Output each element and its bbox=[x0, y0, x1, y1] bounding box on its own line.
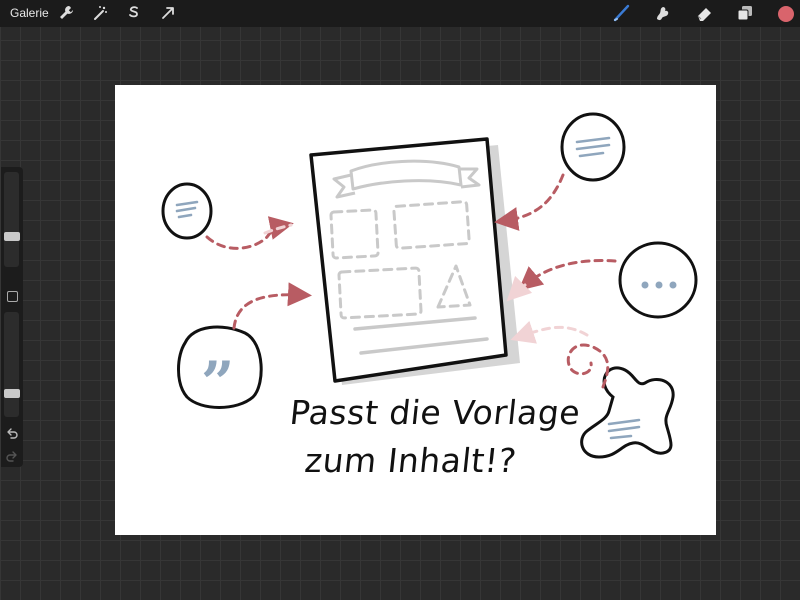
arrow-ellipsis-bubble-faint bbox=[506, 275, 533, 302]
arrow-left-bubble bbox=[205, 216, 294, 250]
brush-size-slider-thumb[interactable] bbox=[4, 232, 20, 242]
arrow-blob-bubble-faint bbox=[510, 320, 589, 344]
document-template bbox=[309, 137, 508, 383]
modify-button[interactable] bbox=[7, 291, 18, 302]
eraser-icon[interactable] bbox=[694, 3, 714, 23]
opacity-slider-thumb[interactable] bbox=[4, 388, 20, 398]
ellipsis-bubble bbox=[618, 241, 698, 319]
gallery-button[interactable]: Galerie bbox=[10, 6, 49, 20]
caption-line-1: Passt die Vorlage bbox=[287, 393, 583, 432]
magic-wand-icon[interactable] bbox=[90, 3, 110, 23]
color-swatch[interactable] bbox=[776, 4, 796, 24]
text-bubble-top-right bbox=[560, 112, 626, 182]
wrench-icon[interactable] bbox=[56, 3, 76, 23]
brush-size-slider[interactable] bbox=[4, 172, 19, 267]
quote-bubble: ” bbox=[177, 325, 263, 417]
arrow-quote-bubble bbox=[232, 282, 312, 330]
top-toolbar: Galerie bbox=[0, 0, 800, 27]
transform-arrow-icon[interactable] bbox=[158, 3, 178, 23]
arrow-blob-bubble bbox=[566, 343, 610, 389]
smudge-icon[interactable] bbox=[652, 3, 672, 23]
redo-icon[interactable] bbox=[5, 450, 19, 464]
opacity-slider[interactable] bbox=[4, 312, 19, 417]
arrow-ellipsis-bubble bbox=[518, 259, 617, 291]
layers-icon[interactable] bbox=[735, 3, 755, 23]
quote-mark-icon: ” bbox=[201, 349, 234, 417]
left-sidebar bbox=[1, 167, 23, 467]
caption-line-2: zum Inhalt!? bbox=[302, 441, 519, 480]
arrow-top-right-bubble bbox=[494, 173, 565, 231]
text-bubble-left bbox=[161, 182, 213, 240]
blob-bubble bbox=[580, 366, 675, 459]
selection-icon[interactable] bbox=[124, 3, 144, 23]
brush-icon[interactable] bbox=[612, 3, 632, 23]
drawing-canvas[interactable]: ” Passt die Vorlage zum Inhalt!? bbox=[115, 85, 716, 535]
undo-icon[interactable] bbox=[5, 427, 19, 441]
